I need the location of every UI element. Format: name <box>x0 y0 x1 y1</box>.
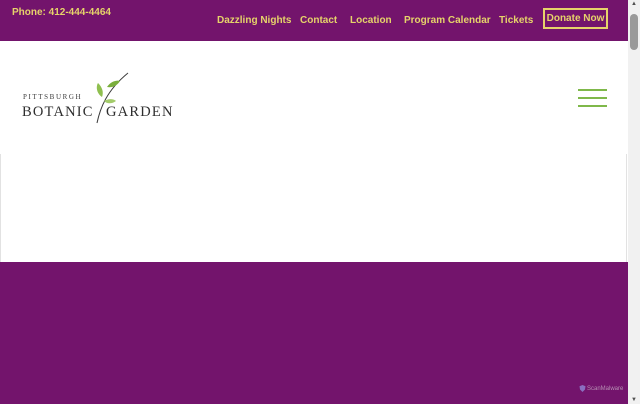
page: Phone: 412-444-4464 Dazzling Nights Cont… <box>0 0 628 404</box>
logo-botanic-text: BOTANIC <box>22 104 94 120</box>
menu-toggle-button[interactable] <box>578 89 607 109</box>
scanmalware-badge[interactable]: ScanMalware <box>579 385 623 392</box>
badge-label: ScanMalware <box>587 385 624 392</box>
nav-contact[interactable]: Contact <box>300 15 337 26</box>
scroll-up-arrow-icon[interactable]: ▲ <box>631 1 637 7</box>
donate-button[interactable]: Donate Now <box>543 8 608 29</box>
hamburger-line <box>578 89 607 91</box>
logo-pittsburgh-text: PITTSBURGH <box>23 93 83 101</box>
nav-tickets[interactable]: Tickets <box>499 15 533 26</box>
phone-number[interactable]: Phone: 412-444-4464 <box>12 7 111 18</box>
vertical-scrollbar[interactable]: ▲ ▼ <box>628 0 640 404</box>
content-placeholder <box>0 154 627 262</box>
hamburger-line <box>578 105 607 107</box>
hamburger-line <box>578 97 607 99</box>
site-header: PITTSBURGH BOTANIC GARDEN <box>0 41 628 154</box>
purple-section: ScanMalware <box>0 262 628 404</box>
shield-icon <box>579 385 586 392</box>
scrollbar-thumb[interactable] <box>630 14 638 50</box>
sprig-logo-icon <box>96 72 129 124</box>
nav-dazzling-nights[interactable]: Dazzling Nights <box>217 15 291 26</box>
nav-location[interactable]: Location <box>350 15 392 26</box>
site-logo[interactable]: PITTSBURGH BOTANIC GARDEN <box>22 69 172 129</box>
top-bar: Phone: 412-444-4464 Dazzling Nights Cont… <box>0 0 628 41</box>
nav-program-calendar[interactable]: Program Calendar <box>404 15 491 26</box>
scroll-down-arrow-icon[interactable]: ▼ <box>631 397 637 403</box>
